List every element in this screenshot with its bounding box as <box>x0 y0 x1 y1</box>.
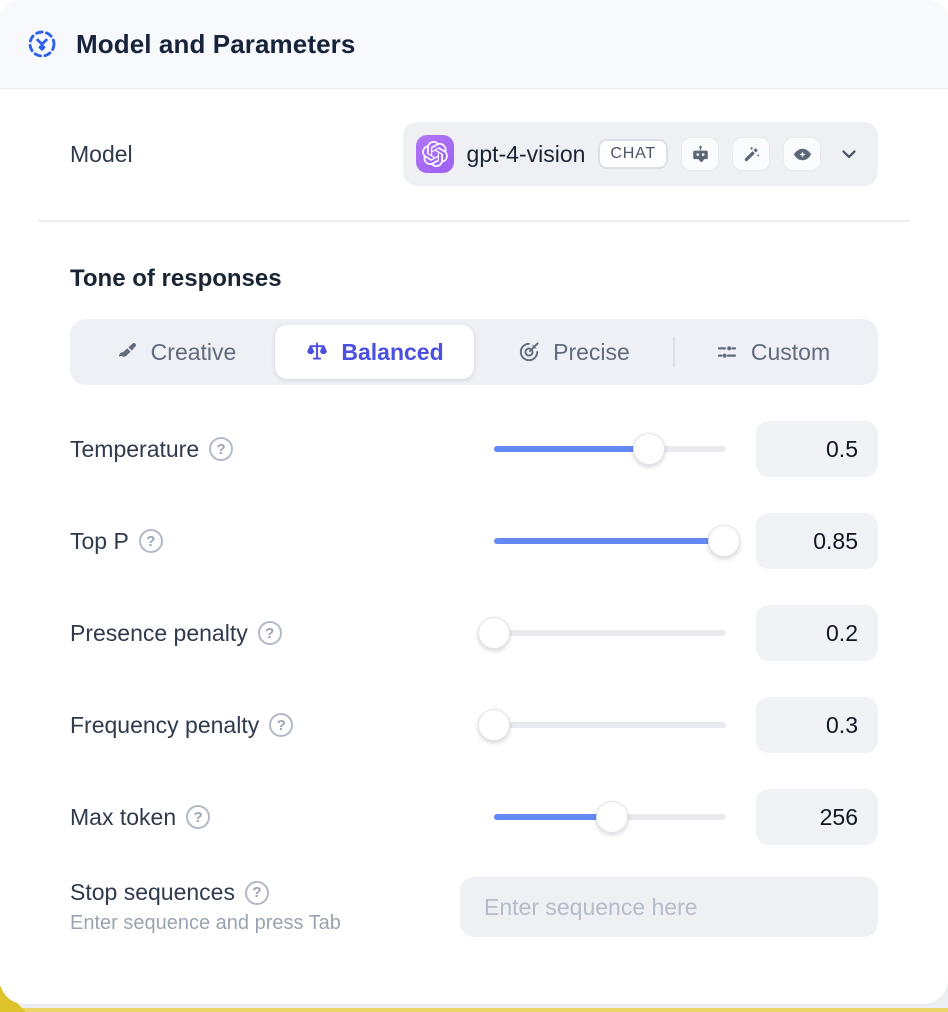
tab-label: Custom <box>751 339 830 366</box>
top-p-slider[interactable] <box>494 525 726 557</box>
balance-scale-icon <box>305 340 329 364</box>
slider-fill <box>494 446 649 452</box>
selected-model-name: gpt-4-vision <box>467 141 586 168</box>
param-row-max-token: Max token ? 256 <box>70 785 878 849</box>
tone-section-title: Tone of responses <box>70 265 878 293</box>
presence-penalty-value[interactable]: 0.2 <box>756 605 878 661</box>
presence-penalty-slider[interactable] <box>494 617 726 649</box>
tab-creative[interactable]: Creative <box>76 325 275 379</box>
stop-sequence-input[interactable] <box>460 877 878 937</box>
sliders-icon <box>715 340 739 364</box>
tab-precise[interactable]: Precise <box>474 325 673 379</box>
param-row-frequency-penalty: Frequency penalty ? 0.3 <box>70 693 878 757</box>
frequency-penalty-slider[interactable] <box>494 709 726 741</box>
max-token-value[interactable]: 256 <box>756 789 878 845</box>
panel-header: Model and Parameters <box>0 0 948 89</box>
presence-penalty-label: Presence penalty ? <box>70 620 464 647</box>
chat-type-badge: CHAT <box>598 139 668 169</box>
help-icon[interactable]: ? <box>209 437 233 461</box>
help-icon[interactable]: ? <box>245 881 269 905</box>
help-icon[interactable]: ? <box>139 529 163 553</box>
model-row: Model gpt-4-vision CHAT <box>70 122 878 186</box>
chatbot-capability-icon <box>681 137 719 171</box>
slider-thumb[interactable] <box>596 801 628 833</box>
frequency-penalty-value[interactable]: 0.3 <box>756 697 878 753</box>
bottom-yellow-strip <box>0 1008 948 1012</box>
vision-capability-icon <box>783 137 821 171</box>
tone-segmented-control: Creative Balanced Pre <box>70 319 878 385</box>
help-icon[interactable]: ? <box>269 713 293 737</box>
section-divider <box>38 220 910 222</box>
slider-thumb[interactable] <box>708 525 740 557</box>
parameters-list: Temperature ? 0.5 Top P ? <box>70 417 878 849</box>
ai-model-icon <box>26 28 58 60</box>
tab-label: Balanced <box>341 339 443 366</box>
tab-balanced[interactable]: Balanced <box>275 325 474 379</box>
slider-track <box>494 722 726 728</box>
temperature-slider[interactable] <box>494 433 726 465</box>
param-row-presence-penalty: Presence penalty ? 0.2 <box>70 601 878 665</box>
model-select-dropdown[interactable]: gpt-4-vision CHAT <box>403 122 878 186</box>
tab-custom[interactable]: Custom <box>673 325 872 379</box>
help-icon[interactable]: ? <box>186 805 210 829</box>
model-label: Model <box>70 141 133 168</box>
tab-label: Creative <box>151 339 237 366</box>
frequency-penalty-label: Frequency penalty ? <box>70 712 464 739</box>
tab-label: Precise <box>553 339 630 366</box>
max-token-slider[interactable] <box>494 801 726 833</box>
slider-thumb[interactable] <box>478 617 510 649</box>
help-icon[interactable]: ? <box>258 621 282 645</box>
page-title: Model and Parameters <box>76 29 355 60</box>
stop-sequences-label: Stop sequences ? <box>70 879 341 906</box>
stop-sequences-label-block: Stop sequences ? Enter sequence and pres… <box>70 879 341 935</box>
temperature-value[interactable]: 0.5 <box>756 421 878 477</box>
slider-thumb[interactable] <box>478 709 510 741</box>
magic-wand-capability-icon <box>732 137 770 171</box>
panel-body: Model gpt-4-vision CHAT <box>0 89 948 937</box>
param-row-top-p: Top P ? 0.85 <box>70 509 878 573</box>
param-row-temperature: Temperature ? 0.5 <box>70 417 878 481</box>
model-and-parameters-panel: Model and Parameters Model gpt-4-vision … <box>0 0 948 1004</box>
target-icon <box>517 340 541 364</box>
temperature-label: Temperature ? <box>70 436 464 463</box>
top-p-label: Top P ? <box>70 528 464 555</box>
slider-fill <box>494 814 612 820</box>
stop-sequences-row: Stop sequences ? Enter sequence and pres… <box>70 877 878 937</box>
max-token-label: Max token ? <box>70 804 464 831</box>
top-p-value[interactable]: 0.85 <box>756 513 878 569</box>
chevron-down-icon <box>838 143 860 165</box>
slider-thumb[interactable] <box>633 433 665 465</box>
stop-sequences-hint: Enter sequence and press Tab <box>70 912 341 935</box>
openai-logo-icon <box>416 135 454 173</box>
slider-fill <box>494 538 724 544</box>
paintbrush-icon <box>115 340 139 364</box>
slider-track <box>494 630 726 636</box>
